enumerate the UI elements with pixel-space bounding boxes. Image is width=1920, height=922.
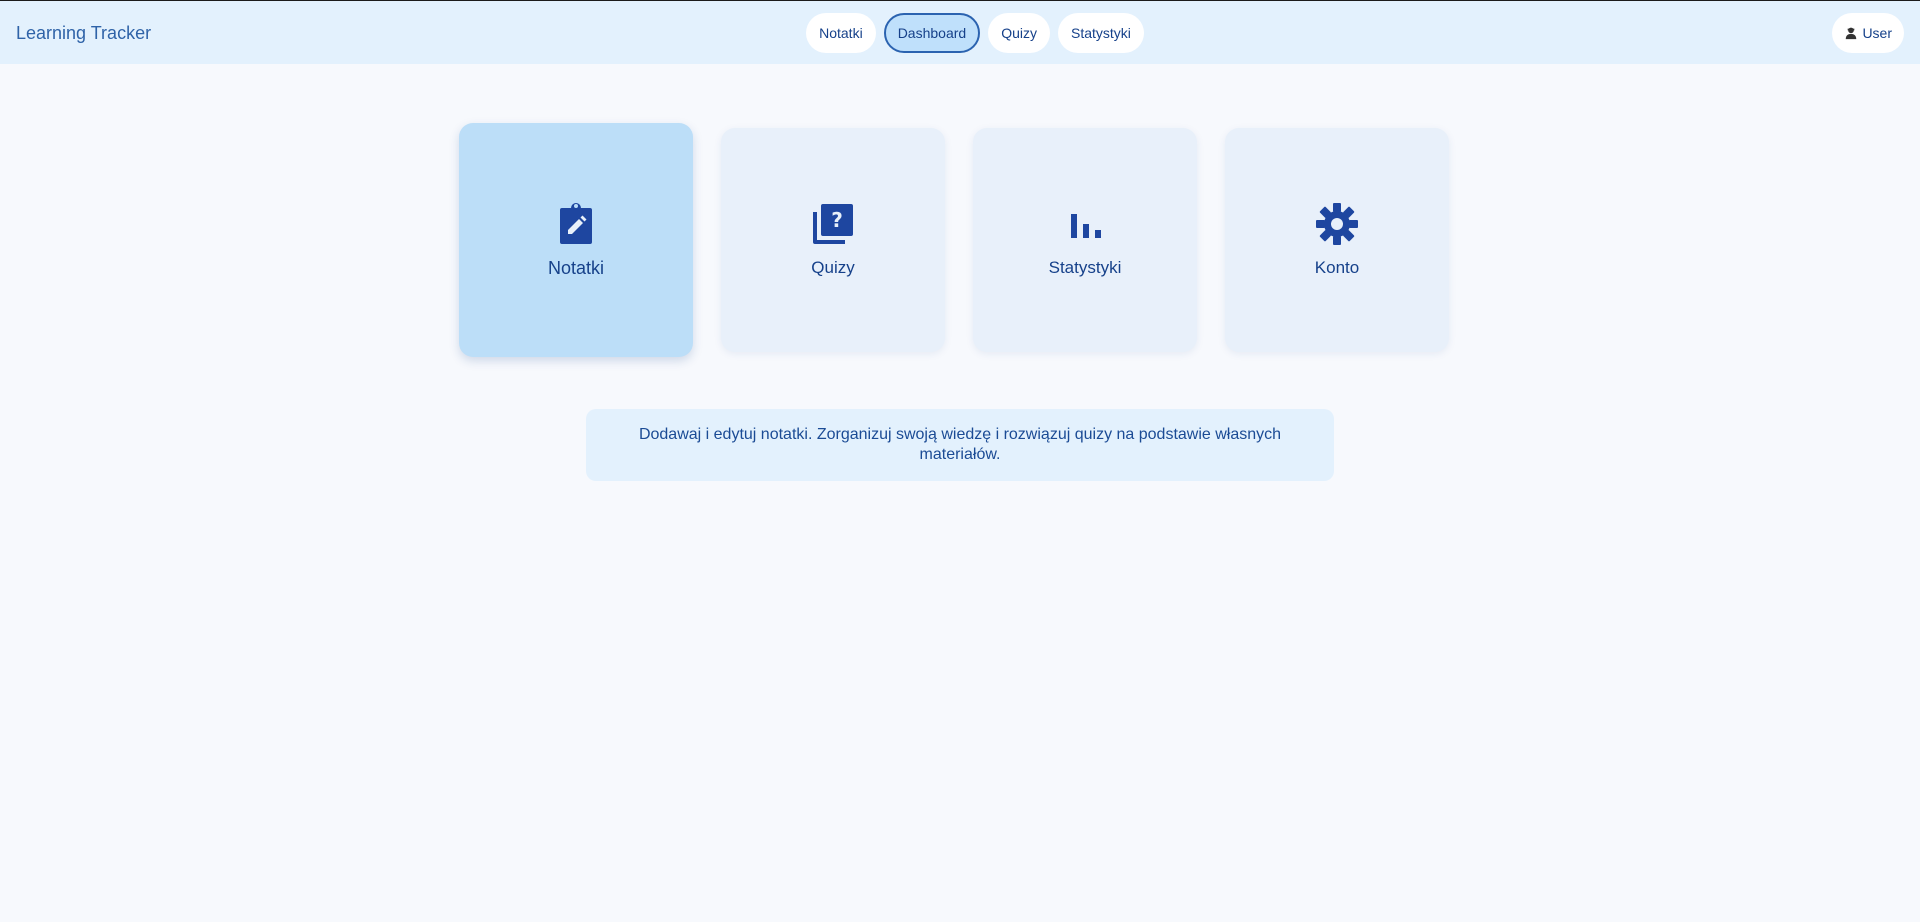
nav-quizy-button[interactable]: Quizy (988, 13, 1050, 53)
user-icon (1844, 26, 1858, 40)
top-app-bar: Learning Tracker Notatki Dashboard Quizy… (0, 0, 1920, 64)
user-menu-label: User (1862, 25, 1892, 41)
card-konto-label: Konto (1314, 258, 1360, 277)
card-quizy-label: Quizy (811, 258, 855, 277)
nav-notatki-button[interactable]: Notatki (806, 13, 876, 53)
edit-note-icon (552, 200, 600, 248)
card-konto[interactable]: Konto (1225, 128, 1449, 352)
main-navigation: Notatki Dashboard Quizy Statystyki (0, 13, 1920, 53)
card-notatki-label: Notatki (547, 258, 605, 278)
dashboard-cards: Notatki ? Quizy Statystyki Konto (459, 123, 1449, 357)
quiz-icon: ? (809, 200, 857, 248)
gear-icon (1313, 200, 1361, 248)
card-quizy[interactable]: ? Quizy (721, 128, 945, 352)
nav-dashboard-button[interactable]: Dashboard (883, 13, 981, 53)
card-statystyki[interactable]: Statystyki (973, 128, 1197, 352)
user-menu-button[interactable]: User (1832, 13, 1904, 53)
card-notatki[interactable]: Notatki (459, 123, 693, 357)
description-panel: Dodawaj i edytuj notatki. Zorganizuj swo… (586, 409, 1334, 481)
card-statystyki-label: Statystyki (1048, 258, 1122, 277)
svg-text:?: ? (831, 208, 843, 232)
nav-statystyki-button[interactable]: Statystyki (1057, 13, 1144, 53)
bar-chart-icon (1061, 200, 1109, 248)
description-text: Dodawaj i edytuj notatki. Zorganizuj swo… (638, 426, 1282, 463)
